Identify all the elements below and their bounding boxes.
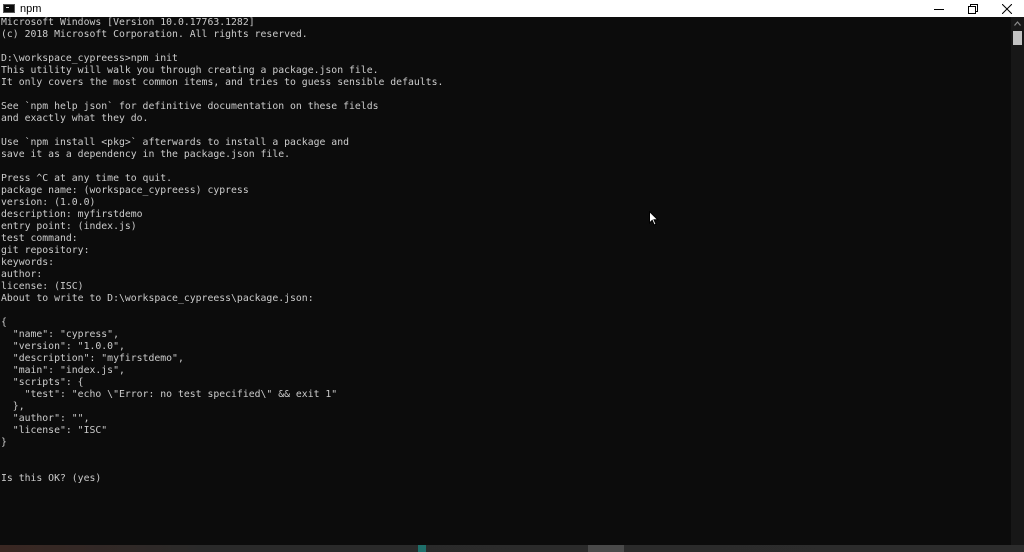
console-line: author:	[1, 269, 43, 280]
console-line: description: myfirstdemo	[1, 209, 143, 220]
console-line: This utility will walk you through creat…	[1, 65, 379, 76]
console-line: "description": "myfirstdemo",	[1, 353, 184, 364]
console-text: Microsoft Windows [Version 10.0.17763.12…	[0, 17, 1011, 485]
console-line: package name: (workspace_cypreess) cypre…	[1, 185, 249, 196]
console-line: "main": "index.js",	[1, 365, 125, 376]
console-line: About to write to D:\workspace_cypreess\…	[1, 293, 314, 304]
minimize-icon	[934, 8, 944, 10]
minimize-button[interactable]	[922, 0, 956, 17]
scroll-thumb[interactable]	[1013, 31, 1022, 45]
console-line: save it as a dependency in the package.j…	[1, 149, 291, 160]
close-icon	[1002, 3, 1012, 14]
console-line: git repository:	[1, 245, 90, 256]
console-line: See `npm help json` for definitive docum…	[1, 101, 379, 112]
console-line: "test": "echo \"Error: no test specified…	[1, 389, 338, 400]
console-line: Use `npm install <pkg>` afterwards to in…	[1, 137, 349, 148]
window-title: npm	[20, 2, 42, 15]
console-line: }	[1, 437, 7, 448]
console-line: and exactly what they do.	[1, 113, 149, 124]
scroll-up-button[interactable]	[1011, 17, 1024, 30]
taskbar-item-indicator[interactable]	[418, 545, 426, 552]
console-line: D:\workspace_cypreess>npm init	[1, 53, 178, 64]
console-line: "name": "cypress",	[1, 329, 119, 340]
console-line: Press ^C at any time to quit.	[1, 173, 173, 184]
taskbar-item-active[interactable]	[588, 545, 624, 552]
console-app-icon[interactable]	[3, 4, 15, 13]
chevron-up-icon	[1014, 21, 1021, 26]
restore-button[interactable]	[956, 0, 990, 17]
console-line: license: (ISC)	[1, 281, 84, 292]
console-line: Is this OK? (yes)	[1, 473, 102, 484]
console-line: test command:	[1, 233, 78, 244]
mouse-pointer-icon	[649, 211, 659, 226]
console-line: "license": "ISC"	[1, 425, 108, 436]
console-line: "version": "1.0.0",	[1, 341, 125, 352]
console-line: It only covers the most common items, an…	[1, 77, 444, 88]
console-line: "scripts": {	[1, 377, 84, 388]
console-line: Microsoft Windows [Version 10.0.17763.12…	[1, 17, 255, 28]
console-line: entry point: (index.js)	[1, 221, 137, 232]
restore-icon	[968, 3, 978, 14]
console-output[interactable]: Microsoft Windows [Version 10.0.17763.12…	[0, 17, 1011, 545]
console-line: keywords:	[1, 257, 55, 268]
console-line: (c) 2018 Microsoft Corporation. All righ…	[1, 29, 308, 40]
close-button[interactable]	[990, 0, 1024, 17]
console-line: {	[1, 317, 7, 328]
vertical-scrollbar[interactable]	[1011, 17, 1024, 545]
window-titlebar[interactable]: npm	[0, 0, 1024, 17]
window-controls	[922, 0, 1024, 17]
console-line: "author": "",	[1, 413, 90, 424]
taskbar[interactable]	[0, 545, 1024, 552]
console-line: version: (1.0.0)	[1, 197, 96, 208]
console-line: },	[1, 401, 25, 412]
